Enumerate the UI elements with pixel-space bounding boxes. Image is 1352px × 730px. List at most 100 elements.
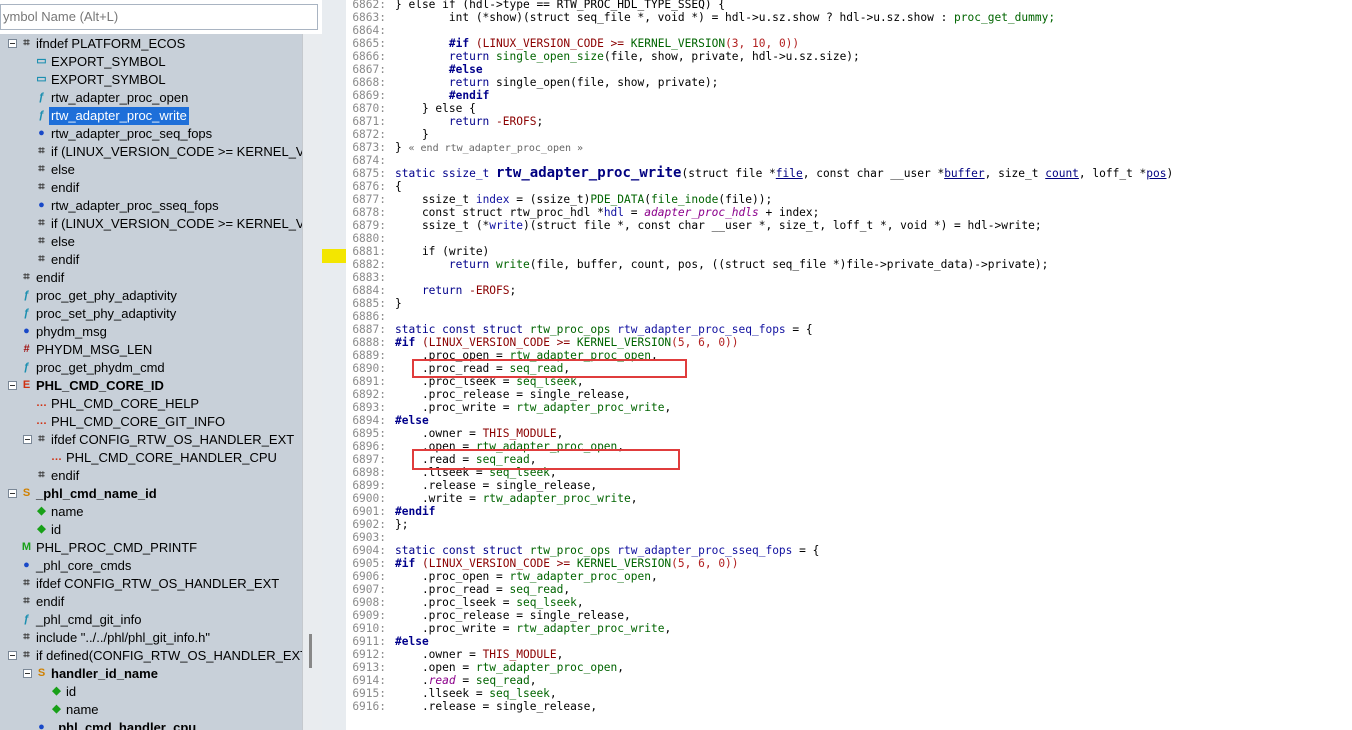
tree-item[interactable]: ● rtw_adapter_proc_seq_fops bbox=[0, 125, 302, 143]
tree-item[interactable]: ƒ rtw_adapter_proc_open bbox=[0, 89, 302, 107]
tree-item-label: if (LINUX_VERSION_CODE >= KERNEL_VER bbox=[51, 216, 302, 231]
line-number: 6885: bbox=[352, 297, 386, 310]
tree-item[interactable]: ◆ id bbox=[0, 521, 302, 539]
line-number: 6865: bbox=[352, 37, 386, 50]
tree-item-label: if (LINUX_VERSION_CODE >= KERNEL_VER bbox=[51, 144, 302, 159]
line-number: 6877: bbox=[352, 193, 386, 206]
code-text: ssize_t index = (ssize_t)PDE_DATA(file_i… bbox=[395, 193, 773, 206]
tree-item[interactable]: ⌗ endif bbox=[0, 467, 302, 485]
line-number: 6890: bbox=[352, 362, 386, 375]
collapse-toggle[interactable] bbox=[23, 669, 32, 678]
code-text: int (*show)(struct seq_file *, void *) =… bbox=[395, 11, 1056, 24]
tree-item[interactable]: ● phydm_msg bbox=[0, 323, 302, 341]
tree-item[interactable]: ⌗ if (LINUX_VERSION_CODE >= KERNEL_VER bbox=[0, 215, 302, 233]
tree-item-label: endif bbox=[51, 468, 80, 483]
struct-icon: S bbox=[22, 487, 31, 499]
tree-item[interactable]: … PHL_CMD_CORE_HANDLER_CPU bbox=[0, 449, 302, 467]
tree-item-label: proc_get_phydm_cmd bbox=[36, 360, 165, 375]
tree-item[interactable]: Shandler_id_name bbox=[0, 665, 302, 683]
tree-item[interactable]: ƒ proc_get_phy_adaptivity bbox=[0, 287, 302, 305]
struct-icon: S bbox=[37, 667, 46, 679]
symbol-tree-scrollbar[interactable] bbox=[302, 34, 322, 730]
function-icon: ƒ bbox=[38, 109, 45, 121]
tree-item[interactable]: # PHYDM_MSG_LEN bbox=[0, 341, 302, 359]
variable-icon: ● bbox=[23, 559, 30, 571]
tree-item[interactable]: … PHL_CMD_CORE_HELP bbox=[0, 395, 302, 413]
tree-item[interactable]: E PHL_CMD_CORE_ID bbox=[0, 377, 302, 395]
collapse-toggle[interactable] bbox=[8, 381, 17, 390]
tree-item[interactable]: ƒ proc_get_phydm_cmd bbox=[0, 359, 302, 377]
tree-item[interactable]: ⌗ ifdef CONFIG_RTW_OS_HANDLER_EXT bbox=[0, 431, 302, 449]
collapse-toggle[interactable] bbox=[8, 489, 17, 498]
tree-item[interactable]: ● rtw_adapter_proc_sseq_fops bbox=[0, 197, 302, 215]
tree-item-label: EXPORT_SYMBOL bbox=[51, 54, 166, 69]
scrollbar-thumb[interactable] bbox=[309, 634, 312, 668]
tree-item-label: rtw_adapter_proc_sseq_fops bbox=[51, 198, 219, 213]
tree-item[interactable]: ◆ name bbox=[0, 503, 302, 521]
tree-item[interactable]: ◆ id bbox=[0, 683, 302, 701]
enum-member-icon: … bbox=[36, 397, 47, 409]
tree-item[interactable]: S _phl_cmd_name_id bbox=[0, 485, 302, 503]
function-icon: ƒ bbox=[23, 289, 30, 301]
enum-member-icon: … bbox=[51, 451, 62, 463]
line-number: 6886: bbox=[352, 310, 386, 323]
macro-icon: M bbox=[21, 541, 32, 553]
line-number: 6904: bbox=[352, 544, 386, 557]
variable-icon: ● bbox=[38, 199, 45, 211]
line-number: 6896: bbox=[352, 440, 386, 453]
code-text: .open = rtw_adapter_proc_open, bbox=[395, 661, 625, 674]
preproc-icon: ⌗ bbox=[23, 37, 30, 49]
symbol-search-input[interactable]: ymbol Name (Alt+L) bbox=[0, 4, 318, 30]
tree-item[interactable]: ▭ EXPORT_SYMBOL bbox=[0, 53, 302, 71]
line-number: 6874: bbox=[352, 154, 386, 167]
tree-item-label: _phl_core_cmds bbox=[36, 558, 132, 573]
code-text: .proc_write = rtw_adapter_proc_write, bbox=[395, 622, 672, 635]
preproc-icon: ⌗ bbox=[23, 577, 30, 589]
tree-item[interactable]: ⌗ else bbox=[0, 161, 302, 179]
line-number: 6881: bbox=[352, 245, 386, 258]
tree-item[interactable]: ⌗ else bbox=[0, 233, 302, 251]
code-text: .proc_lseek = seq_lseek, bbox=[395, 596, 584, 609]
preproc-icon: ⌗ bbox=[38, 253, 45, 265]
tree-item[interactable]: ⌗ if (LINUX_VERSION_CODE >= KERNEL_VER bbox=[0, 143, 302, 161]
tree-item-label: endif bbox=[51, 180, 80, 195]
code-text: } else if (hdl->type == RTW_PROC_HDL_TYP… bbox=[395, 0, 726, 11]
tree-item[interactable]: ƒ _phl_cmd_git_info bbox=[0, 611, 302, 629]
tree-item[interactable]: ⌗ include "../../phl/phl_git_info.h" bbox=[0, 629, 302, 647]
tree-item-label: phydm_msg bbox=[36, 324, 107, 339]
tree-item[interactable]: ● _phl_cmd_handler_cpu bbox=[0, 719, 302, 730]
field-icon: ◆ bbox=[52, 685, 61, 697]
tree-item[interactable]: ⌗ if defined(CONFIG_RTW_OS_HANDLER_EXT) bbox=[0, 647, 302, 665]
tree-item[interactable]: ƒ rtw_adapter_proc_write bbox=[0, 107, 302, 125]
code-text: #endif bbox=[395, 505, 436, 518]
tree-item[interactable]: ⌗ endif bbox=[0, 269, 302, 287]
function-icon: ƒ bbox=[38, 91, 45, 103]
collapse-toggle[interactable] bbox=[8, 39, 17, 48]
tree-item[interactable]: ▭ EXPORT_SYMBOL bbox=[0, 71, 302, 89]
enum-member-icon: … bbox=[36, 415, 47, 427]
tree-item[interactable]: ⌗ endif bbox=[0, 251, 302, 269]
tree-item[interactable]: ⌗ endif bbox=[0, 179, 302, 197]
tree-item-label: include "../../phl/phl_git_info.h" bbox=[36, 630, 211, 645]
collapse-toggle[interactable] bbox=[8, 651, 17, 660]
tree-item[interactable]: ◆ name bbox=[0, 701, 302, 719]
code-text: .owner = THIS_MODULE, bbox=[395, 427, 564, 440]
tree-item[interactable]: ⌗ endif bbox=[0, 593, 302, 611]
preproc-icon: ⌗ bbox=[38, 163, 45, 175]
tree-item[interactable]: ● _phl_core_cmds bbox=[0, 557, 302, 575]
code-text: .proc_release = single_release, bbox=[395, 609, 631, 622]
collapse-toggle[interactable] bbox=[23, 435, 32, 444]
code-text: } bbox=[395, 128, 429, 141]
code-text: #else bbox=[448, 63, 483, 76]
line-number: 6912: bbox=[352, 648, 386, 661]
tree-item[interactable]: ƒ proc_set_phy_adaptivity bbox=[0, 305, 302, 323]
macro-call-icon: ▭ bbox=[36, 55, 47, 67]
code-text: #if (LINUX_VERSION_CODE >= KERNEL_VERSIO… bbox=[395, 336, 739, 349]
tree-item[interactable]: ⌗ ifdef CONFIG_RTW_OS_HANDLER_EXT bbox=[0, 575, 302, 593]
tree-item[interactable]: ⌗ ifndef PLATFORM_ECOS bbox=[0, 35, 302, 53]
tree-item[interactable]: M PHL_PROC_CMD_PRINTF bbox=[0, 539, 302, 557]
line-number: 6914: bbox=[352, 674, 386, 687]
line-number: 6915: bbox=[352, 687, 386, 700]
line-number: 6903: bbox=[352, 531, 386, 544]
tree-item[interactable]: … PHL_CMD_CORE_GIT_INFO bbox=[0, 413, 302, 431]
